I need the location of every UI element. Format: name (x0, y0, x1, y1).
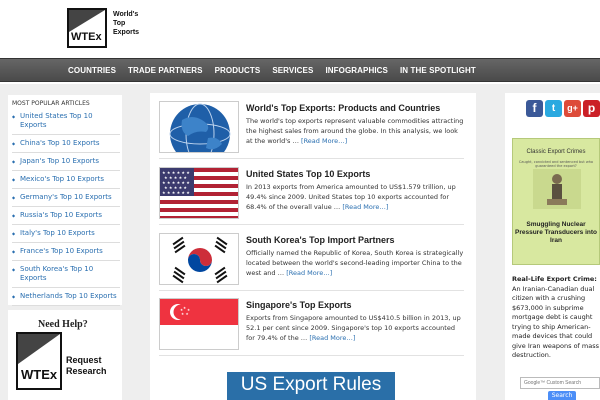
book-cover-ad[interactable]: Classic Export Crimes Caught, convicted … (512, 138, 600, 265)
popular-article-link[interactable]: South Korea's Top 10 Exports (12, 264, 120, 288)
popular-article-link[interactable]: China's Top 10 Exports (12, 138, 120, 153)
popular-article-link[interactable]: Germany's Top 10 Exports (12, 192, 120, 207)
article-excerpt: Officially named the Republic of Korea, … (246, 248, 464, 278)
article-teaser: South Korea's Top Import Partners Offici… (159, 233, 464, 291)
us-flag-icon[interactable]: ★ ★ ★ ★ ★ ★ ★ ★ ★ ★ ★ ★ ★ ★ ★ ★ ★ ★ ★ ★ … (159, 167, 239, 219)
nav-items: COUNTRIES TRADE PARTNERS PRODUCTS SERVIC… (68, 59, 488, 83)
book-title: Classic Export Crimes (526, 149, 586, 155)
svg-text:★: ★ (186, 312, 189, 316)
logo-tagline: World's Top Exports (113, 10, 139, 37)
nav-item-services[interactable]: SERVICES (272, 59, 313, 83)
article-excerpt: In 2013 exports from America amounted to… (246, 182, 464, 212)
article-excerpt-text: The world's top exports represent valuab… (246, 117, 464, 145)
custom-search-input[interactable] (520, 377, 600, 389)
article-teaser: World's Top Exports: Products and Countr… (159, 101, 464, 159)
nav-item-infographics[interactable]: INFOGRAPHICS (325, 59, 388, 83)
tagline-line: World's (113, 11, 139, 18)
nav-item-in-the-spotlight[interactable]: IN THE SPOTLIGHT (400, 59, 476, 83)
book-headline: Smuggling Nuclear Pressure Transducers i… (514, 221, 597, 244)
logo-triangle (18, 334, 60, 364)
svg-text:★: ★ (180, 308, 183, 312)
social-links: f t g+ p (526, 100, 600, 117)
site-logo[interactable]: WTEx (67, 8, 107, 48)
us-export-rules-banner[interactable]: US Export Rules (227, 372, 395, 400)
singapore-flag-icon[interactable]: ★ ★ ★ ★ ★ (159, 298, 239, 350)
need-help-widget[interactable]: Need Help? WTEx Request Research (8, 310, 122, 400)
export-crime-text: Real-Life Export Crime: An Iranian-Canad… (512, 275, 600, 361)
tagline-line: Top (113, 20, 126, 27)
read-more-link[interactable]: [Read More…] (342, 203, 388, 211)
popular-article-link[interactable]: France's Top 10 Exports (12, 246, 120, 261)
globe-icon[interactable] (159, 101, 239, 153)
book-illustration (533, 169, 581, 209)
tagline-line: Exports (113, 29, 140, 36)
read-more-link[interactable]: [Read More…] (286, 269, 332, 277)
article-teaser: ★ ★ ★ ★ ★ ★ ★ ★ ★ ★ ★ ★ ★ ★ ★ ★ ★ ★ ★ ★ … (159, 167, 464, 225)
logo-text: WTEx (71, 31, 102, 43)
svg-text:★: ★ (181, 312, 184, 316)
read-more-link[interactable]: [Read More…] (301, 137, 347, 145)
cta-line: Request (66, 355, 102, 365)
popular-articles-widget: MOST POPULAR ARTICLES United States Top … (8, 95, 122, 306)
read-more-link[interactable]: [Read More…] (309, 334, 355, 342)
logo-text: WTEx (21, 367, 58, 382)
south-korea-flag-icon[interactable] (159, 233, 239, 285)
twitter-icon[interactable]: t (545, 100, 562, 117)
svg-text:★: ★ (183, 306, 186, 310)
need-help-logo: WTEx (16, 332, 62, 390)
article-excerpt: The world's top exports represent valuab… (246, 116, 464, 146)
popular-article-link[interactable]: Netherlands Top 10 Exports (12, 291, 120, 306)
book-subtitle: Caught, convicted and sentenced but who … (518, 160, 594, 168)
search-button[interactable]: Search (548, 391, 576, 400)
request-research-link[interactable]: Request Research (66, 355, 107, 377)
popular-article-link[interactable]: Russia's Top 10 Exports (12, 210, 120, 225)
svg-text:★ ★ ★ ★ ★ ★: ★ ★ ★ ★ ★ ★ (162, 190, 190, 195)
article-title[interactable]: United States Top 10 Exports (246, 169, 370, 179)
crime-heading: Real-Life Export Crime: (512, 275, 597, 283)
article-excerpt: Exports from Singapore amounted to US$41… (246, 313, 464, 343)
article-title[interactable]: South Korea's Top Import Partners (246, 235, 395, 245)
nav-item-trade-partners[interactable]: TRADE PARTNERS (128, 59, 203, 83)
popular-article-link[interactable]: Japan's Top 10 Exports (12, 156, 120, 171)
article-excerpt-text: Officially named the Republic of Korea, … (246, 249, 464, 277)
article-title[interactable]: Singapore's Top Exports (246, 300, 352, 310)
popular-article-link[interactable]: Italy's Top 10 Exports (12, 228, 120, 243)
logo-triangle (69, 10, 105, 32)
cta-line: Research (66, 366, 107, 376)
popular-articles-title: MOST POPULAR ARTICLES (12, 100, 90, 107)
popular-articles-list: United States Top 10 Exports China's Top… (12, 111, 120, 309)
nav-item-countries[interactable]: COUNTRIES (68, 59, 116, 83)
crime-body: An Iranian-Canadian dual citizen with a … (512, 284, 599, 360)
need-help-title: Need Help? (38, 319, 88, 330)
nav-item-products[interactable]: PRODUCTS (215, 59, 261, 83)
pinterest-icon[interactable]: p (583, 100, 600, 117)
popular-article-link[interactable]: United States Top 10 Exports (12, 111, 120, 135)
article-teaser: ★ ★ ★ ★ ★ Singapore's Top Exports Export… (159, 298, 464, 356)
main-nav: COUNTRIES TRADE PARTNERS PRODUCTS SERVIC… (0, 58, 600, 82)
facebook-icon[interactable]: f (526, 100, 543, 117)
popular-article-link[interactable]: Mexico's Top 10 Exports (12, 174, 120, 189)
google-plus-icon[interactable]: g+ (564, 100, 581, 117)
article-title[interactable]: World's Top Exports: Products and Countr… (246, 103, 440, 113)
